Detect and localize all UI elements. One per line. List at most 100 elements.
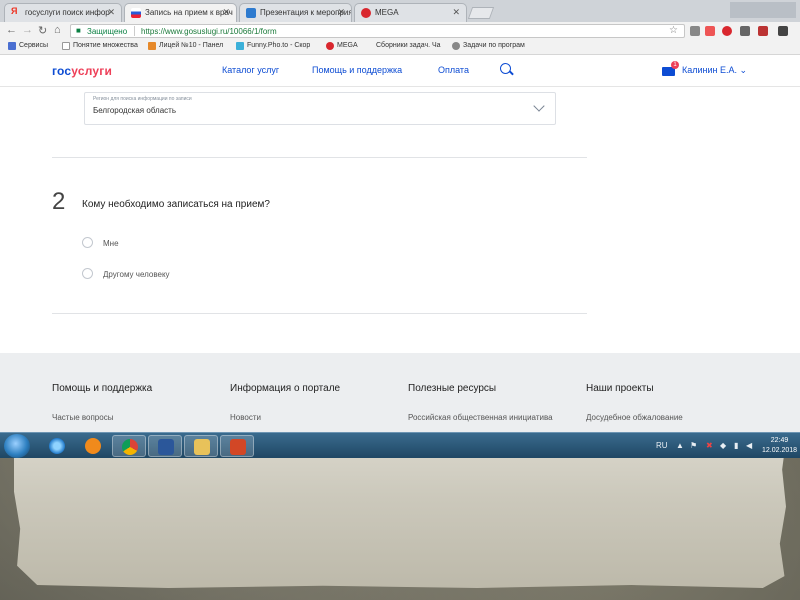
bookmark-item[interactable]: Сборники задач. Ча xyxy=(376,42,441,49)
bookmark-item[interactable]: MEGA xyxy=(326,42,358,50)
start-button[interactable] xyxy=(4,434,30,458)
page-icon xyxy=(62,42,70,50)
footer-heading-resources: Полезные ресурсы xyxy=(408,383,497,394)
extension-icon[interactable] xyxy=(778,26,788,36)
footer-heading-info: Информация о портале xyxy=(230,383,341,394)
site-header: госуслуги Каталог услуг Помощь и поддерж… xyxy=(0,55,800,87)
url-input[interactable]: ■ Защищено https://www.gosuslugi.ru/1006… xyxy=(70,24,685,38)
show-hidden-icons-icon[interactable]: ▲ xyxy=(676,441,684,450)
close-tab-icon[interactable]: ✕ xyxy=(222,7,230,18)
tab-gosuslugi-search[interactable]: Я госуслуги поиск инфор ✕ xyxy=(4,3,122,22)
bookmarks-bar: Сервисы Понятие множества Лицей №10 - Па… xyxy=(0,40,800,55)
close-tab-icon[interactable]: ✕ xyxy=(107,7,115,18)
paper-frame xyxy=(14,440,786,588)
tab-mega[interactable]: MEGA ✕ xyxy=(354,3,467,22)
region-label: Регион для поиска информации по записи xyxy=(93,96,192,102)
tab-label: госуслуги поиск инфор xyxy=(25,8,110,17)
nav-help[interactable]: Помощь и поддержка xyxy=(312,65,402,75)
flag-icon[interactable]: ⚑ xyxy=(690,441,697,450)
bookmark-item[interactable]: Лицей №10 - Панел xyxy=(148,42,223,50)
powerpoint-icon xyxy=(230,439,246,455)
footer-link-appeal[interactable]: Досудебное обжалование xyxy=(586,413,683,422)
tab-presentation[interactable]: Презентация к мероприя ✕ xyxy=(239,3,352,22)
extension-icon[interactable] xyxy=(758,26,768,36)
site-icon xyxy=(148,42,156,50)
apps-grid-icon xyxy=(8,42,16,50)
site-icon xyxy=(452,42,460,50)
site-footer: Помощь и поддержка Информация о портале … xyxy=(0,353,800,433)
internet-explorer-icon xyxy=(49,438,65,454)
site-icon xyxy=(236,42,244,50)
gosuslugi-logo[interactable]: госуслуги xyxy=(52,64,112,78)
tray-app-icon[interactable]: ◆ xyxy=(720,441,726,450)
bookmark-item[interactable]: Funny.Pho.to - Скор xyxy=(236,42,310,50)
new-tab-button[interactable] xyxy=(467,7,495,19)
close-tab-icon[interactable]: ✕ xyxy=(452,7,460,18)
extension-icon[interactable] xyxy=(740,26,750,36)
user-menu[interactable]: Калинин Е.А. ⌄ xyxy=(682,65,747,76)
windows-taskbar: RU ▲ ⚑ ✖ ◆ ▮ ◀ 22:49 12.02.2018 xyxy=(0,432,800,458)
chevron-down-icon: ⌄ xyxy=(739,65,748,75)
footer-heading-projects: Наши проекты xyxy=(586,383,654,394)
bookmark-star-icon[interactable]: ☆ xyxy=(669,25,678,36)
taskbar-ie[interactable] xyxy=(40,435,74,457)
taskbar-powerpoint[interactable] xyxy=(220,435,254,457)
tab-appointment[interactable]: Запись на прием к врач ✕ xyxy=(124,3,237,22)
search-icon[interactable] xyxy=(500,63,511,74)
volume-icon[interactable]: ◀ xyxy=(746,441,752,450)
radio-label-other-person[interactable]: Другому человеку xyxy=(103,270,170,279)
extension-icon[interactable] xyxy=(705,26,715,36)
step-number: 2 xyxy=(52,188,66,215)
window-controls[interactable] xyxy=(730,2,796,18)
nav-payment[interactable]: Оплата xyxy=(438,65,469,75)
taskbar-explorer[interactable] xyxy=(184,435,218,457)
url-text: https://www.gosuslugi.ru/10066/1/form xyxy=(141,27,277,36)
taskbar-word[interactable] xyxy=(148,435,182,457)
forward-arrow-icon[interactable]: → xyxy=(22,24,33,36)
lock-icon: ■ xyxy=(76,26,81,35)
tab-label: Запись на прием к врач xyxy=(145,8,233,17)
taskbar-media[interactable] xyxy=(76,435,110,457)
chevron-down-icon xyxy=(533,100,545,112)
divider xyxy=(52,313,587,314)
bookmark-apps[interactable]: Сервисы xyxy=(8,42,48,50)
close-tab-icon[interactable]: ✕ xyxy=(337,7,345,18)
taskbar-chrome[interactable] xyxy=(112,435,146,457)
media-player-icon xyxy=(85,438,101,454)
radio-label-me[interactable]: Мне xyxy=(103,239,119,248)
address-bar-row: ← → ↻ ⌂ ■ Защищено https://www.gosuslugi… xyxy=(0,22,800,40)
screen: Я госуслуги поиск инфор ✕ Запись на прие… xyxy=(0,0,800,458)
bookmark-item[interactable]: Задачи по програм xyxy=(452,42,525,50)
russia-flag-icon xyxy=(131,8,141,18)
mega-extension-icon[interactable] xyxy=(722,26,732,36)
region-value: Белгородская область xyxy=(93,106,176,115)
tab-label: MEGA xyxy=(375,8,399,17)
network-icon[interactable]: ▮ xyxy=(734,441,738,450)
notification-badge: 1 xyxy=(671,61,679,69)
document-icon xyxy=(246,8,256,18)
radio-me[interactable] xyxy=(82,237,93,248)
folder-icon xyxy=(194,439,210,455)
system-clock[interactable]: 22:49 12.02.2018 xyxy=(762,436,797,456)
mega-icon xyxy=(361,8,371,18)
mega-icon xyxy=(326,42,334,50)
footer-link-roi[interactable]: Российская общественная инициатива xyxy=(408,413,553,422)
region-select[interactable]: Регион для поиска информации по записи Б… xyxy=(84,92,556,125)
bookmark-item[interactable]: Понятие множества xyxy=(62,42,138,50)
tray-app-icon[interactable]: ✖ xyxy=(706,441,713,450)
language-indicator[interactable]: RU xyxy=(656,441,668,450)
secure-label: Защищено xyxy=(87,27,128,36)
extension-icon[interactable] xyxy=(690,26,700,36)
radio-other-person[interactable] xyxy=(82,268,93,279)
nav-catalog[interactable]: Каталог услуг xyxy=(222,65,279,75)
reload-icon[interactable]: ↻ xyxy=(38,24,47,37)
footer-link-news[interactable]: Новости xyxy=(230,413,261,422)
back-arrow-icon[interactable]: ← xyxy=(6,24,17,36)
footer-link-faq[interactable]: Частые вопросы xyxy=(52,413,113,422)
word-icon xyxy=(158,439,174,455)
yandex-icon: Я xyxy=(11,6,18,16)
home-icon[interactable]: ⌂ xyxy=(54,24,61,36)
footer-heading-help: Помощь и поддержка xyxy=(52,383,153,394)
divider xyxy=(134,26,135,36)
divider xyxy=(52,157,587,158)
